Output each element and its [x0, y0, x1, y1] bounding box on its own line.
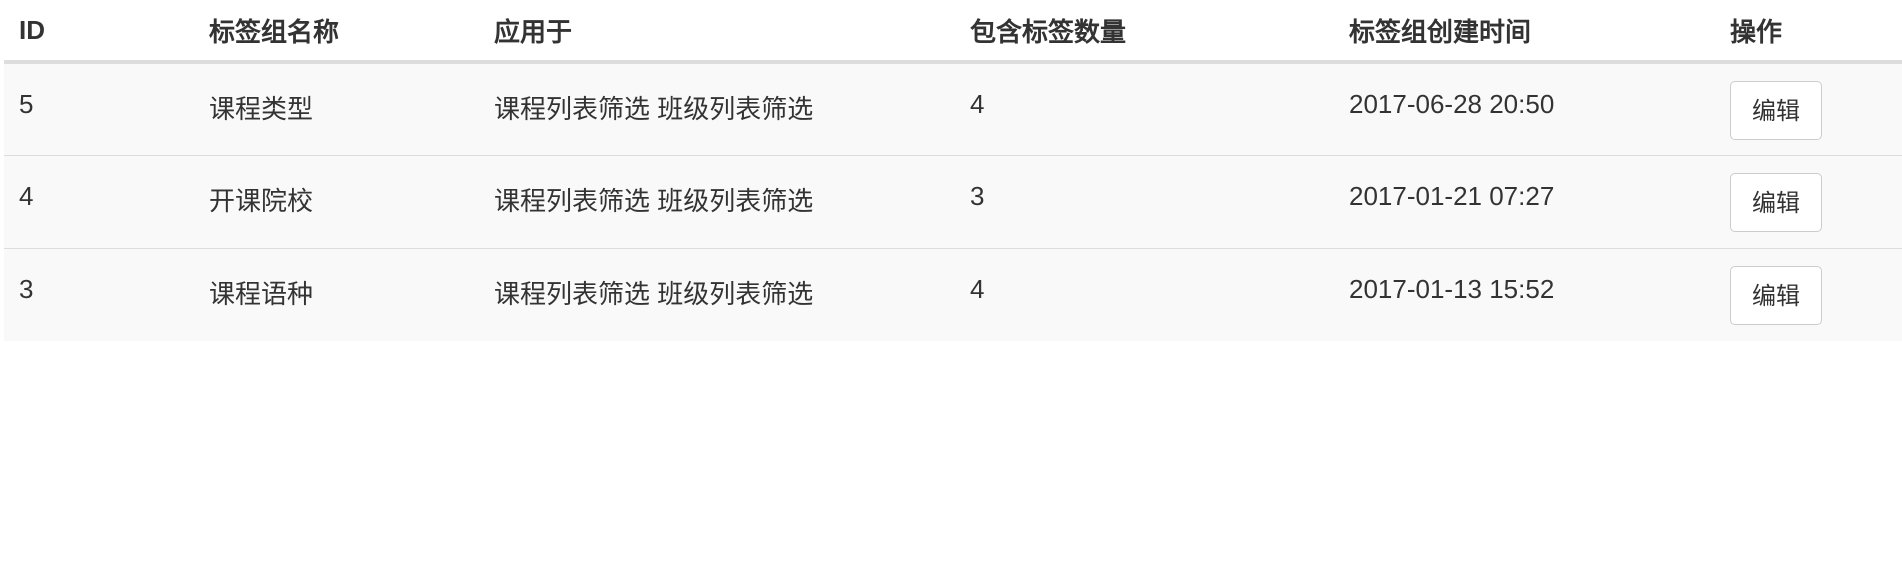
cell-tag-count: 3 — [955, 154, 1334, 248]
header-actions: 操作 — [1715, 0, 1902, 64]
table-row: 3 课程语种 课程列表筛选 班级列表筛选 4 2017-01-13 15:52 … — [4, 247, 1902, 341]
cell-created-at: 2017-01-13 15:52 — [1334, 247, 1715, 341]
cell-actions: 编辑 — [1715, 154, 1902, 248]
cell-created-at: 2017-06-28 20:50 — [1334, 62, 1715, 155]
cell-tag-group-name: 开课院校 — [194, 154, 479, 248]
tag-group-table: ID 标签组名称 应用于 包含标签数量 标签组创建时间 操作 5 课程类型 课程… — [4, 0, 1902, 341]
cell-id: 4 — [4, 154, 194, 248]
header-applied-to[interactable]: 应用于 — [479, 0, 955, 64]
table-row: 5 课程类型 课程列表筛选 班级列表筛选 4 2017-06-28 20:50 … — [4, 62, 1902, 155]
cell-id: 3 — [4, 247, 194, 341]
edit-button[interactable]: 编辑 — [1730, 172, 1822, 232]
cell-tag-group-name: 课程语种 — [194, 247, 479, 341]
header-id[interactable]: ID — [4, 0, 194, 64]
cell-applied-to: 课程列表筛选 班级列表筛选 — [479, 62, 955, 155]
cell-tag-group-name: 课程类型 — [194, 62, 479, 155]
cell-tag-count: 4 — [955, 247, 1334, 341]
header-tag-count[interactable]: 包含标签数量 — [955, 0, 1334, 64]
cell-id: 5 — [4, 62, 194, 155]
cell-applied-to: 课程列表筛选 班级列表筛选 — [479, 154, 955, 248]
cell-actions: 编辑 — [1715, 62, 1902, 155]
tag-group-table-container: ID 标签组名称 应用于 包含标签数量 标签组创建时间 操作 5 课程类型 课程… — [4, 0, 1902, 341]
table-row: 4 开课院校 课程列表筛选 班级列表筛选 3 2017-01-21 07:27 … — [4, 154, 1902, 248]
cell-tag-count: 4 — [955, 62, 1334, 155]
edit-button[interactable]: 编辑 — [1730, 265, 1822, 325]
cell-created-at: 2017-01-21 07:27 — [1334, 154, 1715, 248]
cell-applied-to: 课程列表筛选 班级列表筛选 — [479, 247, 955, 341]
edit-button[interactable]: 编辑 — [1730, 81, 1822, 140]
header-created-at[interactable]: 标签组创建时间 — [1334, 0, 1715, 64]
header-tag-group-name[interactable]: 标签组名称 — [194, 0, 479, 64]
cell-actions: 编辑 — [1715, 247, 1902, 341]
table-header-row: ID 标签组名称 应用于 包含标签数量 标签组创建时间 操作 — [4, 0, 1902, 64]
